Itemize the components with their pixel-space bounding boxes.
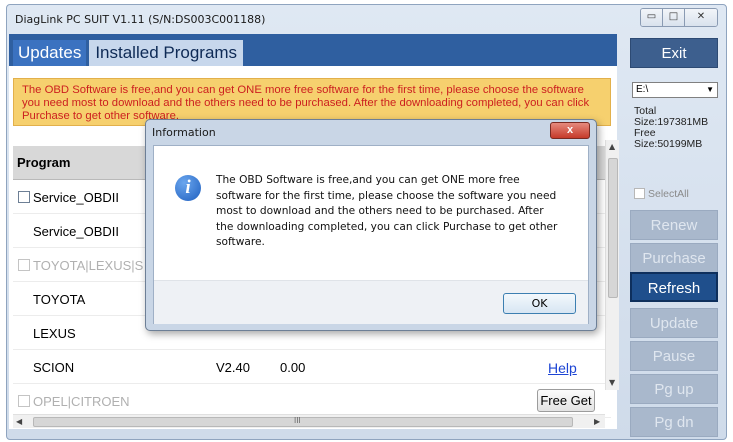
- information-dialog: Information x i The OBD Software is free…: [145, 119, 597, 331]
- close-icon[interactable]: ✕: [685, 9, 717, 26]
- program-name: TOYOTA: [33, 292, 86, 307]
- refresh-button[interactable]: Refresh: [630, 272, 718, 302]
- vertical-scroll-thumb[interactable]: [608, 158, 618, 298]
- drive-value: E:\: [636, 84, 649, 95]
- info-icon: i: [175, 175, 201, 201]
- dialog-close-icon[interactable]: x: [550, 122, 590, 139]
- table-row[interactable]: SCION V2.40 0.00 Help: [13, 350, 611, 384]
- maximize-icon[interactable]: □: [663, 9, 685, 26]
- program-name: SCION: [33, 360, 75, 375]
- dialog-title: Information: [152, 126, 216, 139]
- program-version: V2.40: [216, 360, 250, 375]
- disk-info: Total Size:197381MB Free Size:50199MB: [634, 106, 718, 150]
- scroll-right-icon[interactable]: ▶: [594, 417, 600, 426]
- free-get-button[interactable]: Free Get: [537, 389, 595, 412]
- help-link[interactable]: Help: [548, 360, 577, 376]
- row-checkbox[interactable]: [18, 191, 30, 203]
- page-up-button[interactable]: Pg up: [630, 374, 718, 404]
- program-name: Service_OBDII: [33, 190, 119, 205]
- drive-select[interactable]: E:\ ▼: [632, 82, 718, 98]
- dialog-footer: OK: [154, 280, 588, 324]
- action-sidebar: Exit E:\ ▼ Total Size:197381MB Free Size…: [630, 34, 720, 437]
- scroll-down-icon[interactable]: ▼: [609, 378, 615, 387]
- dialog-body: i The OBD Software is free,and you can g…: [153, 145, 589, 324]
- program-name: Service_OBDII: [33, 224, 119, 239]
- program-group-name: TOYOTA|LEXUS|S: [33, 258, 144, 273]
- scroll-up-icon[interactable]: ▲: [609, 142, 615, 151]
- dialog-message: The OBD Software is free,and you can get…: [216, 174, 558, 248]
- chevron-down-icon[interactable]: ▼: [706, 83, 714, 97]
- program-name: LEXUS: [33, 326, 76, 341]
- title-bar[interactable]: DiagLink PC SUIT V1.11 (S/N:DS003C001188…: [7, 5, 726, 33]
- disk-free: Free Size:50199MB: [634, 127, 703, 150]
- select-all-label: SelectAll: [648, 188, 689, 200]
- row-checkbox[interactable]: [18, 395, 30, 407]
- program-group-name: OPEL|CITROEN: [33, 394, 130, 409]
- horizontal-scrollbar[interactable]: ◀ III ▶: [13, 414, 605, 428]
- tab-installed-programs[interactable]: Installed Programs: [89, 40, 244, 66]
- checkbox-icon[interactable]: [634, 188, 645, 199]
- scroll-left-icon[interactable]: ◀: [16, 417, 22, 426]
- disk-total: Total Size:197381MB: [634, 105, 709, 128]
- program-price: 0.00: [280, 360, 306, 375]
- page-down-button[interactable]: Pg dn: [630, 407, 718, 437]
- select-all-checkbox[interactable]: SelectAll: [634, 188, 689, 200]
- window-title: DiagLink PC SUIT V1.11 (S/N:DS003C001188…: [15, 13, 266, 26]
- tab-updates[interactable]: Updates: [13, 40, 87, 66]
- table-row[interactable]: OPEL|CITROEN Free Get: [13, 384, 611, 418]
- horizontal-scroll-thumb[interactable]: III: [33, 416, 573, 427]
- exit-button[interactable]: Exit: [630, 38, 718, 68]
- minimize-icon[interactable]: ▭: [641, 9, 663, 26]
- purchase-button[interactable]: Purchase: [630, 243, 718, 273]
- ok-button[interactable]: OK: [503, 293, 576, 314]
- row-checkbox[interactable]: [18, 259, 30, 271]
- vertical-scrollbar[interactable]: ▲ ▼: [605, 140, 619, 390]
- window-controls: ▭ □ ✕: [640, 8, 718, 27]
- tab-bar: Updates Installed Programs: [13, 40, 244, 66]
- grip-icon: III: [294, 416, 301, 425]
- update-button[interactable]: Update: [630, 308, 718, 338]
- renew-button[interactable]: Renew: [630, 210, 718, 240]
- pause-button[interactable]: Pause: [630, 341, 718, 371]
